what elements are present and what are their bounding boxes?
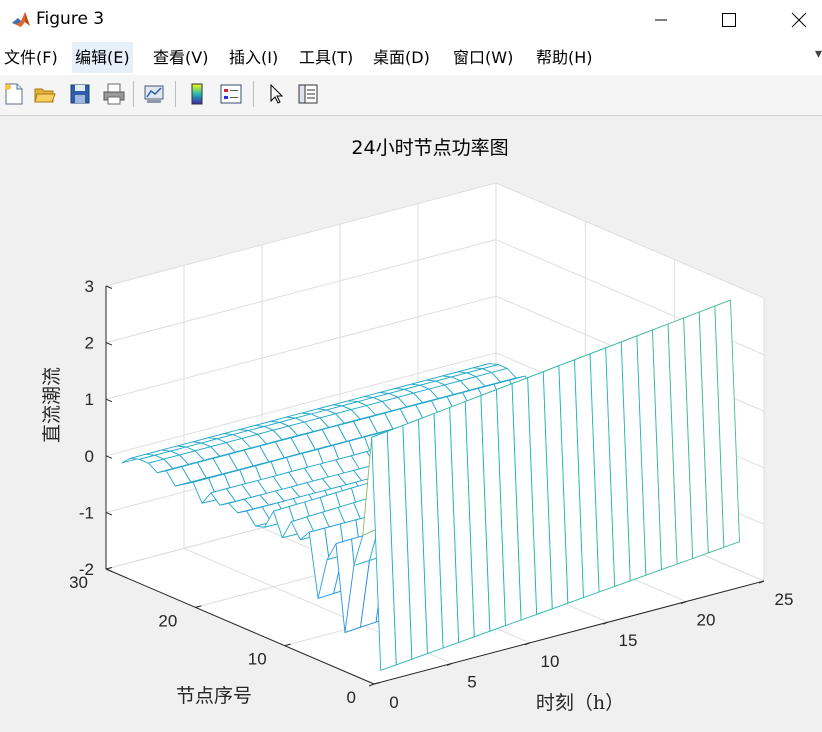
legend-button[interactable]: [217, 80, 245, 108]
toolbar-separator: [175, 81, 176, 107]
menu-edit[interactable]: 编辑(E): [72, 42, 133, 73]
close-icon: [791, 12, 807, 28]
z-tick-label: -1: [79, 503, 94, 522]
print-button[interactable]: [100, 80, 128, 108]
open-file-icon: [34, 88, 56, 103]
x-axis-label: 时刻（h）: [536, 692, 624, 714]
menu-file[interactable]: 文件(F): [1, 42, 61, 73]
x-tick-label: 25: [775, 590, 794, 609]
x-tick-label: 20: [697, 611, 716, 630]
figure-canvas: 0 5 10 15 20 25 0 10 20 30 -2 -1 0 1 2 3 24小时节点功率图 时刻（h…: [0, 116, 822, 732]
surface-plot: 05101520250102030-2-10123 24小时节点功率图 时刻（h…: [41, 137, 794, 714]
menu-help[interactable]: 帮助(H): [533, 42, 596, 73]
maximize-button[interactable]: [706, 0, 752, 40]
y-axis-label: 节点序号: [176, 685, 252, 707]
title-bar: Figure 3: [0, 0, 822, 40]
colorbar-icon: [191, 83, 203, 105]
new-figure-icon: [5, 83, 23, 105]
chart-title: 24小时节点功率图: [351, 137, 508, 159]
colorbar-button[interactable]: [183, 80, 211, 108]
pointer-icon: [270, 83, 284, 104]
z-tick-label: 3: [85, 277, 94, 296]
z-tick-label: 2: [85, 334, 94, 353]
property-inspector-icon: [298, 84, 318, 104]
new-figure-button[interactable]: [0, 80, 28, 108]
y-tick-label: 0: [347, 688, 356, 707]
x-tick-label: 15: [619, 631, 638, 650]
matlab-logo-icon: [12, 12, 30, 27]
link-plot-icon: [144, 85, 164, 103]
x-tick: [368, 683, 375, 687]
x-tick-label: 5: [467, 672, 476, 691]
x-tick-label: 10: [541, 652, 560, 671]
property-inspector-button[interactable]: [294, 80, 322, 108]
toolbar-separator: [133, 81, 134, 107]
z-tick-label: 0: [85, 447, 94, 466]
minimize-icon: [655, 19, 667, 21]
menu-overflow-icon[interactable]: ▾: [815, 46, 822, 62]
link-plot-button[interactable]: [140, 80, 168, 108]
z-axis-label: 直流潮流: [41, 367, 63, 443]
save-icon: [70, 84, 90, 104]
toolbar-separator: [253, 81, 254, 107]
y-tick-label: 20: [158, 611, 177, 630]
print-icon: [103, 83, 125, 105]
legend-icon: [220, 84, 242, 104]
z-tick-label: -2: [79, 560, 94, 579]
menu-insert[interactable]: 插入(I): [226, 42, 281, 73]
window-title: Figure 3: [36, 9, 105, 29]
menu-tools[interactable]: 工具(T): [296, 42, 356, 73]
minimize-button[interactable]: [638, 0, 684, 40]
menu-window[interactable]: 窗口(W): [450, 42, 516, 73]
open-file-button[interactable]: [31, 80, 59, 108]
z-tick-label: 1: [85, 390, 94, 409]
close-button[interactable]: [776, 0, 822, 40]
x-tick-label: 0: [389, 693, 398, 712]
maximize-icon: [722, 13, 736, 27]
save-button[interactable]: [66, 80, 94, 108]
menu-desktop[interactable]: 桌面(D): [370, 42, 433, 73]
pointer-button[interactable]: [262, 80, 290, 108]
menu-view[interactable]: 查看(V): [150, 42, 211, 73]
y-tick-label: 10: [248, 650, 267, 669]
